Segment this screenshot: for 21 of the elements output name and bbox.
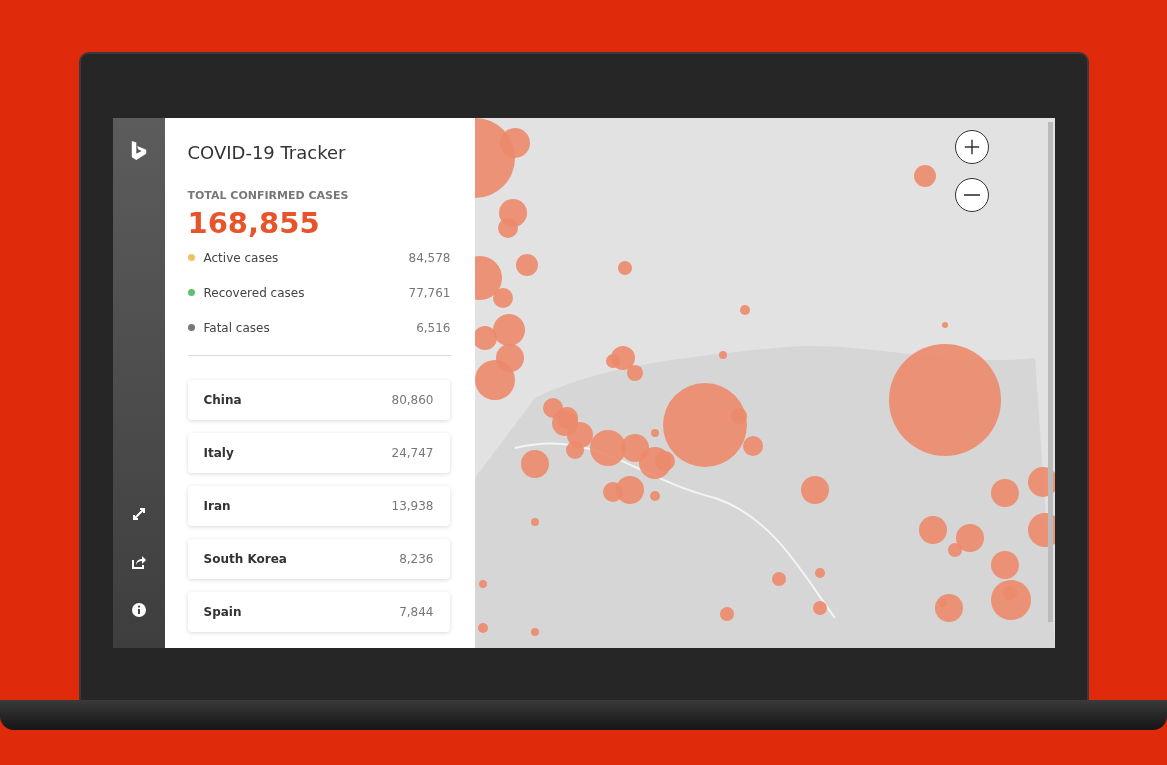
stat-value: 6,516 — [416, 320, 451, 335]
country-card[interactable]: Spain 7,844 — [187, 592, 450, 632]
scrollbar[interactable] — [1047, 122, 1053, 622]
share-icon[interactable] — [130, 554, 147, 570]
app-title: COVID-19 Tracker — [187, 142, 347, 163]
expand-icon[interactable] — [130, 506, 147, 522]
plus-icon — [962, 138, 981, 156]
stat-label: Fatal cases — [203, 320, 271, 335]
country-card[interactable]: South Korea 8,236 — [187, 539, 450, 579]
stat-label: Recovered cases — [203, 285, 306, 300]
country-card[interactable]: Italy 24,747 — [187, 433, 450, 473]
logo-icon — [129, 140, 148, 162]
info-icon[interactable] — [130, 602, 147, 618]
country-card[interactable]: Iran 13,938 — [187, 486, 450, 526]
stat-label: Active cases — [203, 250, 280, 265]
total-label: TOTAL CONFIRMED CASES — [187, 189, 350, 202]
stat-value: 77,761 — [408, 285, 451, 300]
country-card[interactable]: China 80,860 — [187, 380, 450, 420]
minus-icon — [963, 194, 980, 196]
total-count: 168,855 — [187, 206, 321, 240]
stat-value: 84,578 — [408, 250, 451, 265]
